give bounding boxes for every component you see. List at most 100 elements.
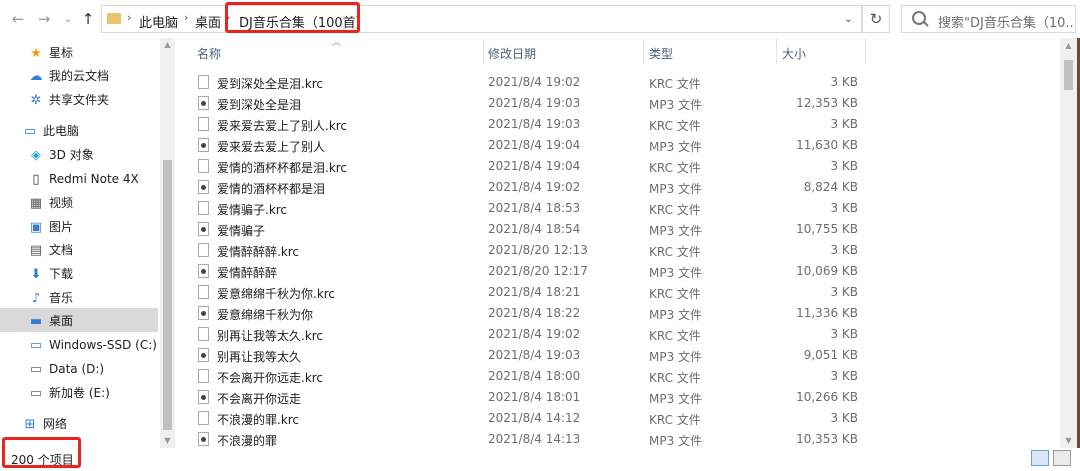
sidebar-item-shared-folder[interactable]: ✲ 共享文件夹: [28, 89, 109, 111]
sidebar-item-windows-ssd-c[interactable]: ▭ Windows-SSD (C:): [28, 334, 157, 356]
breadcrumb-current-folder[interactable]: DJ音乐合集（100首）: [239, 12, 369, 31]
sidebar-item-documents[interactable]: ▤ 文档: [28, 239, 73, 261]
file-row[interactable]: 爱来爱去爱上了别人.krc 2021/8/4 19:03 KRC 文件 3 KB: [176, 114, 1060, 135]
sidebar-scrollbar[interactable]: ▲ ▼: [160, 38, 175, 448]
scroll-down-icon[interactable]: ▼: [160, 436, 175, 445]
file-date: 2021/8/4 19:03: [488, 348, 581, 362]
file-row[interactable]: 不浪漫的罪.krc 2021/8/4 14:12 KRC 文件 3 KB: [176, 408, 1060, 429]
column-type[interactable]: 类型: [649, 45, 673, 62]
chevron-right-icon: ›: [127, 11, 132, 24]
column-size[interactable]: 大小: [782, 45, 806, 62]
scroll-up-icon[interactable]: ▲: [160, 40, 175, 49]
column-divider[interactable]: [483, 38, 484, 64]
sidebar-item-videos[interactable]: ▦ 视频: [28, 192, 73, 214]
large-icons-view-icon[interactable]: [1053, 450, 1071, 466]
file-row[interactable]: 别再让我等太久 2021/8/4 19:03 MP3 文件 9,051 KB: [176, 345, 1060, 366]
scroll-down-icon[interactable]: ▼: [1060, 436, 1077, 445]
sidebar-item-data-d[interactable]: ▭ Data (D:): [28, 358, 104, 380]
column-divider[interactable]: [776, 38, 777, 64]
sidebar-item-3d-objects[interactable]: ◈ 3D 对象: [28, 144, 94, 166]
windows-ssd-c-icon: ▭: [29, 338, 43, 353]
file-size: 9,051 KB: [803, 348, 858, 362]
file-row[interactable]: 爱意绵绵千秋为你 2021/8/4 18:22 MP3 文件 11,336 KB: [176, 303, 1060, 324]
sidebar-item-music[interactable]: ♪ 音乐: [28, 287, 73, 309]
sidebar-item-redmi-note-4x[interactable]: ▯ Redmi Note 4X: [28, 168, 138, 190]
file-row[interactable]: 爱情骗子 2021/8/4 18:54 MP3 文件 10,755 KB: [176, 219, 1060, 240]
file-row[interactable]: 爱情醉醉醉 2021/8/20 12:17 MP3 文件 10,069 KB: [176, 261, 1060, 282]
up-icon[interactable]: ↑: [78, 9, 98, 29]
file-row[interactable]: 爱到深处全是泪.krc 2021/8/4 19:02 KRC 文件 3 KB: [176, 72, 1060, 93]
back-icon[interactable]: ←: [8, 9, 28, 29]
file-row[interactable]: 爱情骗子.krc 2021/8/4 18:53 KRC 文件 3 KB: [176, 198, 1060, 219]
file-size: 10,755 KB: [796, 222, 858, 236]
file-row[interactable]: 不会离开你远走.krc 2021/8/4 18:00 KRC 文件 3 KB: [176, 366, 1060, 387]
forward-icon[interactable]: →: [34, 9, 54, 29]
file-size: 3 KB: [830, 201, 858, 215]
file-type: MP3 文件: [649, 98, 703, 112]
chevron-down-icon[interactable]: ⌄: [844, 12, 853, 25]
column-divider[interactable]: [643, 38, 644, 64]
breadcrumb-this-pc[interactable]: 此电脑: [139, 12, 178, 31]
file-type: MP3 文件: [649, 392, 703, 406]
file-size: 3 KB: [830, 327, 858, 341]
selected-item-background: [0, 308, 158, 332]
file-type: MP3 文件: [649, 266, 703, 280]
recent-locations-icon[interactable]: ⌄: [58, 9, 78, 29]
navigation-pane: ★ 星标 ☁ 我的云文档 ✲ 共享文件夹 ▭ 此电脑 ◈ 3D 对象 ▯ Redmi Note 4X ▦…: [0, 38, 175, 448]
scroll-up-icon[interactable]: ▲: [1060, 41, 1077, 50]
file-row[interactable]: 别再让我等太久.krc 2021/8/4 19:02 KRC 文件 3 KB: [176, 324, 1060, 345]
krc-file-icon: [198, 285, 209, 299]
sidebar-item-starred[interactable]: ★ 星标: [28, 42, 73, 64]
sidebar-scroll-thumb[interactable]: [163, 160, 172, 430]
krc-file-icon: [198, 327, 209, 341]
file-type: MP3 文件: [649, 350, 703, 364]
file-type: KRC 文件: [649, 245, 701, 259]
file-row[interactable]: 不浪漫的罪 2021/8/4 14:13 MP3 文件 10,353 KB: [176, 429, 1060, 450]
file-list-scroll-thumb[interactable]: [1064, 60, 1073, 90]
file-date: 2021/8/4 19:04: [488, 159, 581, 173]
file-list: ︿ 名称 修改日期 类型 大小 爱到深处全是泪.krc 2021/8/4 19:0…: [176, 38, 1080, 448]
column-name[interactable]: 名称: [197, 45, 221, 62]
refresh-button[interactable]: ↻: [862, 5, 890, 33]
file-date: 2021/8/4 18:01: [488, 390, 581, 404]
this-pc-icon: ▭: [23, 124, 37, 139]
file-row[interactable]: 爱情醉醉醉.krc 2021/8/20 12:13 KRC 文件 3 KB: [176, 240, 1060, 261]
shared-folder-icon: ✲: [30, 93, 42, 108]
new-volume-e-icon: ▭: [29, 386, 43, 401]
sidebar-item-downloads[interactable]: ⬇ 下载: [28, 263, 73, 285]
file-name: 爱情醉醉醉.krc: [217, 245, 300, 259]
sidebar-item-desktop[interactable]: ▬ 桌面: [28, 310, 73, 332]
breadcrumb-desktop[interactable]: 桌面: [195, 12, 221, 31]
file-list-scrollbar[interactable]: ▲ ▼: [1060, 38, 1077, 448]
sidebar-item-pictures[interactable]: ▣ 图片: [28, 216, 73, 238]
file-row[interactable]: 爱情的酒杯杯都是泪 2021/8/4 19:02 MP3 文件 8,824 KB: [176, 177, 1060, 198]
file-row[interactable]: 爱意绵绵千秋为你.krc 2021/8/4 18:21 KRC 文件 3 KB: [176, 282, 1060, 303]
file-row[interactable]: 不会离开你远走 2021/8/4 18:01 MP3 文件 10,266 KB: [176, 387, 1060, 408]
file-date: 2021/8/4 19:02: [488, 180, 581, 194]
column-divider[interactable]: [865, 38, 866, 64]
network-icon: ⊞: [24, 417, 36, 432]
sidebar-item-label: 桌面: [49, 314, 74, 328]
file-row[interactable]: 爱情的酒杯杯都是泪.krc 2021/8/4 19:04 KRC 文件 3 KB: [176, 156, 1060, 177]
search-input[interactable]: 搜索"DJ音乐合集（10...: [901, 5, 1076, 33]
file-type: KRC 文件: [649, 77, 701, 91]
details-view-icon[interactable]: [1031, 450, 1049, 466]
mp3-file-icon: [198, 138, 209, 152]
sidebar-item-network[interactable]: ⊞ 网络: [22, 413, 67, 435]
file-name: 不会离开你远走: [217, 392, 302, 406]
file-row[interactable]: 爱到深处全是泪 2021/8/4 19:03 MP3 文件 12,353 KB: [176, 93, 1060, 114]
address-bar[interactable]: › 此电脑 › 桌面 › DJ音乐合集（100首） ⌄: [101, 5, 862, 33]
file-size: 10,353 KB: [796, 432, 858, 446]
column-date[interactable]: 修改日期: [488, 45, 536, 62]
file-type: KRC 文件: [649, 413, 701, 427]
file-type: KRC 文件: [649, 371, 701, 385]
sidebar-item-new-volume-e[interactable]: ▭ 新加卷 (E:): [28, 382, 110, 404]
file-name: 爱到深处全是泪.krc: [217, 77, 324, 91]
sidebar-item-cloud-docs[interactable]: ☁ 我的云文档: [28, 65, 110, 87]
sidebar-item-this-pc[interactable]: ▭ 此电脑: [22, 120, 79, 142]
documents-icon: ▤: [29, 243, 43, 258]
search-icon: [912, 11, 926, 25]
sidebar-item-label: 此电脑: [43, 124, 80, 138]
file-row[interactable]: 爱来爱去爱上了别人 2021/8/4 19:04 MP3 文件 11,630 KB: [176, 135, 1060, 156]
redmi-note-4x-icon: ▯: [32, 172, 40, 187]
